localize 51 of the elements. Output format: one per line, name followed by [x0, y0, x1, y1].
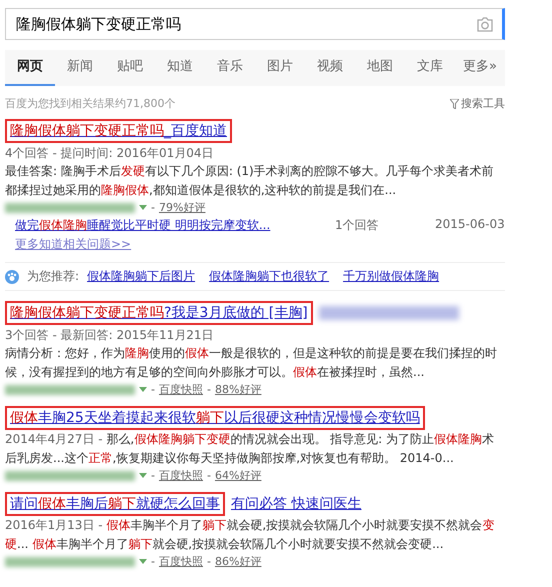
- cache-link[interactable]: 百度快照: [158, 382, 203, 397]
- caret-icon[interactable]: [139, 387, 147, 392]
- search-tools-link[interactable]: 搜索工具: [461, 96, 505, 111]
- rating-link[interactable]: 64%好评: [214, 468, 262, 483]
- nav-tab[interactable]: 图片: [255, 50, 305, 86]
- recommend-label: 为您推荐:: [27, 268, 80, 285]
- rating-link[interactable]: 88%好评: [214, 382, 262, 397]
- nav-tab[interactable]: 新闻: [55, 50, 105, 86]
- result-snippet: 2016年1月13日 - 假体丰胸半个月了躺下就会硬,按摸就会软隔几个小时就要安摸不然就会变硬... 假体丰胸半个月了躺下就会硬,按摸就会软隔几个小时就要安摸不然就会变硬...: [5, 517, 496, 553]
- nav-tab[interactable]: 视频: [305, 50, 355, 86]
- separator: -: [206, 383, 211, 396]
- result-snippet: 2014年4月27日 - 那么,假体隆胸躺下变硬的情况就会出现。 指导意见: 为了防止假体隆胸术后乳房发...这个正常,恢复期建议你每天坚持做胸部按摩,对恢复也有帮助。 2014-0...: [5, 431, 495, 467]
- result-count: 百度为您找到相关结果约71,800个: [5, 96, 176, 111]
- filter-icon[interactable]: [450, 98, 459, 108]
- result-title[interactable]: 隆胸假体躺下变硬正常吗_百度知道: [5, 119, 232, 143]
- separator: -: [151, 383, 155, 396]
- paw-icon: [5, 270, 19, 284]
- caret-icon[interactable]: [139, 205, 147, 210]
- search-box[interactable]: 隆胸假体躺下变硬正常吗: [5, 8, 505, 40]
- separator: -: [151, 469, 155, 482]
- result-title-link[interactable]: 有问必答 快速问医生: [231, 495, 362, 513]
- separator: -: [206, 469, 211, 482]
- search-field[interactable]: 隆胸假体躺下变硬正常吗: [14, 14, 476, 34]
- rating-link[interactable]: 79%好评: [158, 200, 206, 215]
- related-date: 2015-06-03: [435, 217, 505, 233]
- caret-icon[interactable]: [139, 473, 147, 478]
- result-snippet: 病情分析：您好，作为隆胸使用的假体一般是很软的，但是这种软的前提是要在我们揉捏的时候，没有握捏到的地方有足够的空间向外膨胀才可以。假体在被揉捏时，虽然...: [5, 345, 498, 381]
- nav-tab[interactable]: 文库: [405, 50, 455, 86]
- result-snippet: 最佳答案: 隆胸手术后发硬有以下几个原因: (1)手术剥离的腔隙不够大。几乎每个求美者术前都揉捏过她采用的隆胸假体,都知道假体是很软的,这种软的前提是我们在...: [5, 163, 495, 199]
- nav-tab[interactable]: 更多»: [455, 50, 505, 86]
- rating-link[interactable]: 86%好评: [214, 554, 262, 569]
- nav-tab[interactable]: 网页: [5, 50, 55, 86]
- more-link[interactable]: 更多知道相关问题>>: [5, 236, 505, 253]
- nav-tab[interactable]: 知道: [155, 50, 205, 86]
- result-meta: 3个回答 - 最新回答: 2015年11月21日: [5, 327, 215, 344]
- nav-tab[interactable]: 音乐: [205, 50, 255, 86]
- recommend-link[interactable]: 假体隆胸躺下后图片: [87, 268, 196, 285]
- separator: -: [151, 555, 155, 568]
- separator: -: [151, 201, 155, 214]
- camera-icon[interactable]: [476, 16, 494, 32]
- recommend-link[interactable]: 假体隆胸躺下也很软了: [209, 268, 330, 285]
- separator: -: [206, 555, 211, 568]
- caret-icon[interactable]: [139, 559, 147, 564]
- related-question-link[interactable]: 做完假体隆胸睡醒觉比平时硬 明明按完摩变软...: [15, 217, 335, 234]
- result-meta: 4个回答 - 提问时间: 2016年01月04日: [5, 145, 215, 162]
- cache-link[interactable]: 百度快照: [158, 468, 203, 483]
- answer-count: 1个回答: [335, 217, 380, 234]
- cache-link[interactable]: 百度快照: [158, 554, 203, 569]
- nav-tab[interactable]: 贴吧: [105, 50, 155, 86]
- recommend-link[interactable]: 千万别做假体隆胸: [343, 268, 440, 285]
- nav-tab[interactable]: 地图: [355, 50, 405, 86]
